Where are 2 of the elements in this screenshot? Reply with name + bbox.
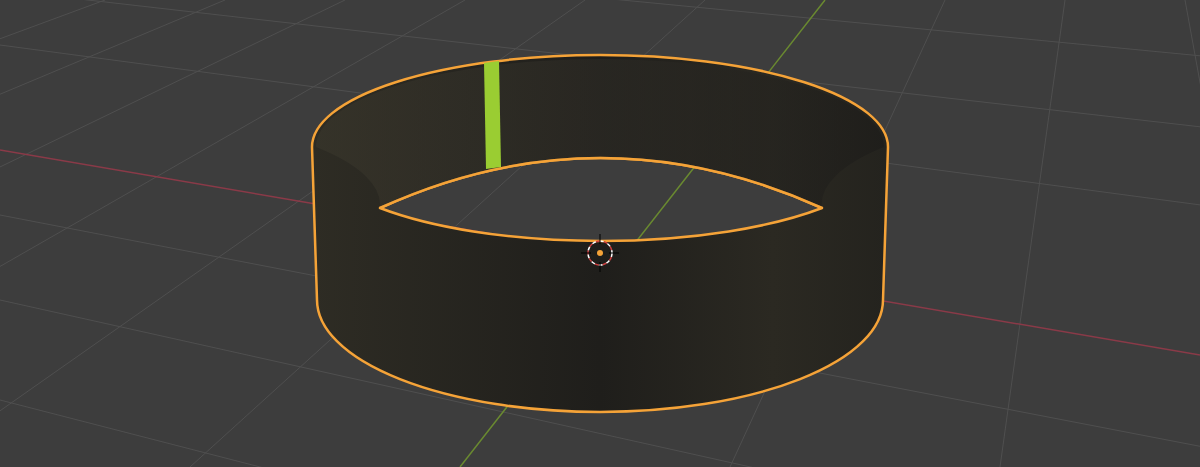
ring-drawing[interactable] — [310, 53, 890, 414]
cursor-icon — [580, 233, 620, 273]
